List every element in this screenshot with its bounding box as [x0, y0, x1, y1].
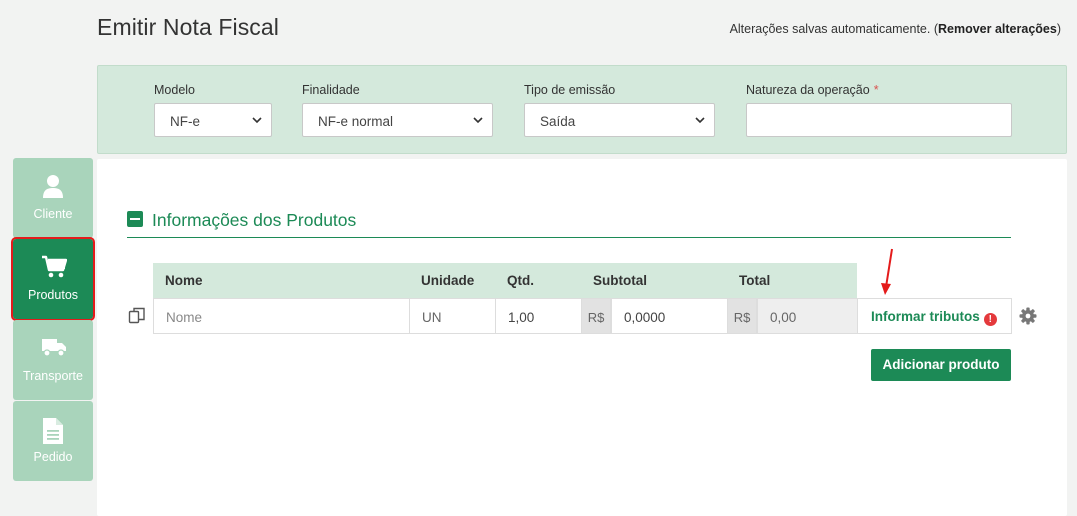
modelo-label: Modelo	[154, 83, 195, 97]
quantity-input[interactable]: 1,00	[495, 298, 581, 334]
column-header: Qtd.	[495, 263, 581, 298]
finalidade-label: Finalidade	[302, 83, 360, 97]
total-value: 0,00	[757, 298, 857, 334]
add-product-button[interactable]: Adicionar produto	[871, 349, 1011, 381]
column-header: Unidade	[409, 263, 495, 298]
sidebar-item-label: Pedido	[33, 450, 73, 464]
collapse-icon[interactable]	[127, 211, 143, 227]
page-title: Emitir Nota Fiscal	[97, 14, 279, 40]
section-title: Informações dos Produtos	[152, 210, 357, 230]
currency-addon: R$	[581, 298, 611, 334]
finalidade-select[interactable]: NF-e normal	[302, 103, 493, 137]
tipo-emissao-field: Tipo de emissão Saída	[524, 83, 715, 137]
alert-icon: !	[983, 313, 997, 326]
informar-tributos-link[interactable]: Informar tributos!	[857, 298, 1012, 334]
currency-addon: R$	[727, 298, 757, 334]
document-icon	[43, 418, 63, 444]
section-header: Informações dos Produtos	[127, 209, 1011, 238]
finalidade-field: Finalidade NF-e normal	[302, 83, 493, 137]
unit-input[interactable]: UN	[409, 298, 495, 334]
modelo-select[interactable]: NF-e	[154, 103, 272, 137]
column-header: Total	[727, 263, 857, 298]
cart-icon	[42, 255, 67, 278]
product-name-input[interactable]: Nome	[153, 298, 409, 334]
sidebar-item-cliente[interactable]: Cliente	[13, 158, 93, 238]
natureza-input[interactable]	[746, 103, 1012, 137]
chevron-down-icon	[252, 117, 262, 124]
nfe-options-panel: Modelo NF-e Finalidade NF-e normal Tipo …	[97, 65, 1067, 154]
modelo-field: Modelo NF-e	[154, 83, 272, 137]
sidebar-nav: Cliente Produtos Transporte Pedido	[11, 158, 95, 482]
required-mark: *	[873, 83, 879, 97]
products-card: Informações dos Produtos Nome Unidade Qt…	[97, 159, 1067, 516]
subtotal-input[interactable]: 0,0000	[611, 298, 727, 334]
sidebar-item-pedido[interactable]: Pedido	[13, 401, 93, 481]
annotation-arrow	[881, 248, 893, 295]
natureza-label: Natureza da operação *	[746, 83, 879, 97]
sidebar-item-transporte[interactable]: Transporte	[13, 320, 93, 400]
sidebar-item-label: Transporte	[23, 369, 83, 383]
natureza-field: Natureza da operação *	[746, 83, 1012, 137]
chevron-down-icon	[473, 117, 483, 124]
column-header: Nome	[153, 263, 409, 298]
sidebar-item-produtos[interactable]: Produtos	[11, 237, 95, 321]
chevron-down-icon	[695, 117, 705, 124]
user-icon	[43, 175, 63, 198]
column-header: Subtotal	[581, 263, 727, 298]
copy-icon[interactable]	[128, 307, 148, 325]
tipo-emissao-label: Tipo de emissão	[524, 83, 616, 97]
autosave-status: Alterações salvas automaticamente. (Remo…	[729, 22, 1061, 36]
gear-icon[interactable]	[1019, 307, 1037, 325]
tipo-emissao-select[interactable]: Saída	[524, 103, 715, 137]
remove-changes-link[interactable]: Remover alterações	[938, 22, 1057, 36]
truck-icon	[42, 339, 66, 357]
sidebar-item-label: Produtos	[27, 288, 79, 302]
sidebar-item-label: Cliente	[33, 207, 73, 221]
